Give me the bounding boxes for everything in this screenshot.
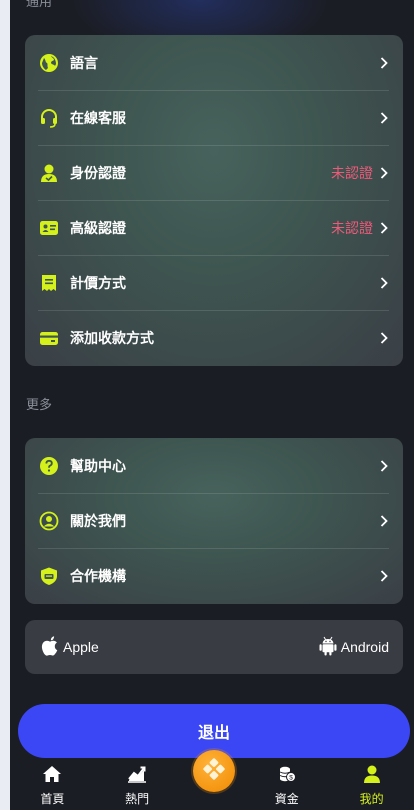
settings-item-label: 計價方式 (70, 274, 126, 291)
chevron-right-icon (379, 569, 389, 583)
chevron-right-icon (379, 111, 389, 125)
apple-icon (41, 635, 63, 659)
settings-item-label: 語言 (70, 54, 98, 71)
tab-label: 熱門 (125, 792, 150, 806)
download-android-button[interactable]: Android (319, 636, 389, 659)
receipt-icon (38, 272, 60, 294)
settings-item-add-payment-method[interactable]: 添加收款方式 (25, 310, 403, 365)
settings-item-label: 高級認證 (70, 219, 126, 236)
help-icon (38, 455, 60, 477)
tab-label: 資金 (274, 792, 299, 806)
bottom-tab-bar: 首頁 熱門 $ 資金 我的 (10, 765, 414, 810)
status-unverified: 未認證 (331, 164, 373, 181)
tab-funds[interactable]: $ 資金 (247, 765, 327, 807)
chevron-right-icon (379, 331, 389, 345)
chevron-right-icon (379, 514, 389, 528)
settings-item-label: 在線客服 (70, 109, 126, 126)
settings-item-label: 關於我們 (70, 512, 126, 529)
profile-icon (362, 765, 382, 788)
about-user-icon (38, 510, 60, 532)
home-icon (42, 765, 62, 788)
id-card-icon (38, 217, 60, 239)
download-apple-label: Apple (63, 639, 99, 655)
section-label-more: 更多 (26, 397, 53, 412)
tab-trending[interactable]: 熱門 (97, 765, 177, 807)
settings-item-language[interactable]: 語言 (25, 35, 403, 90)
download-apple-button[interactable]: Apple (41, 635, 99, 659)
settings-item-about-us[interactable]: 關於我們 (25, 493, 403, 548)
settings-item-help-center[interactable]: 幫助中心 (25, 438, 403, 493)
chevron-right-icon (379, 221, 389, 235)
settings-item-identity-verification[interactable]: 身份認證 未認證 (25, 145, 403, 200)
trending-chart-icon (127, 765, 147, 788)
settings-item-pricing-method[interactable]: 計價方式 (25, 255, 403, 310)
section-label-general: 通用 (26, 0, 53, 9)
chevron-right-icon (379, 276, 389, 290)
tab-profile[interactable]: 我的 (332, 765, 412, 807)
settings-item-label: 身份認證 (70, 164, 126, 181)
chevron-right-icon (379, 166, 389, 180)
settings-item-label: 合作機構 (70, 567, 126, 584)
general-settings-card: 語言 在線客服 身份認證 未認證 高級認證 未認證 計價方式 添加收款方式 (25, 35, 403, 366)
payment-card-icon (38, 327, 60, 349)
settings-item-label: 幫助中心 (70, 457, 126, 474)
settings-item-label: 添加收款方式 (70, 329, 154, 346)
chevron-right-icon (379, 459, 389, 473)
chevron-right-icon (379, 56, 389, 70)
partner-shield-icon (38, 565, 60, 587)
logout-label: 退出 (197, 725, 230, 742)
phone-screen: 通用 語言 在線客服 身份認證 未認證 高級認證 未認證 計價方式 添加收款方式… (10, 0, 414, 810)
tab-label: 我的 (359, 792, 384, 806)
tab-label: 首頁 (40, 792, 65, 806)
android-icon (319, 636, 341, 659)
download-android-label: Android (340, 639, 389, 655)
more-settings-card: 幫助中心 關於我們 合作機構 (25, 438, 403, 604)
status-unverified: 未認證 (331, 219, 373, 236)
settings-item-partner-institutions[interactable]: 合作機構 (25, 548, 403, 603)
globe-icon (38, 52, 60, 74)
app-download-card: Apple Android (25, 620, 403, 674)
settings-item-support[interactable]: 在線客服 (25, 90, 403, 145)
coins-icon: $ (277, 765, 297, 788)
tab-home[interactable]: 首頁 (12, 765, 92, 807)
headset-icon (38, 107, 60, 129)
user-verify-icon (38, 162, 60, 184)
settings-item-advanced-verification[interactable]: 高級認證 未認證 (25, 200, 403, 255)
svg-text:$: $ (289, 774, 293, 781)
